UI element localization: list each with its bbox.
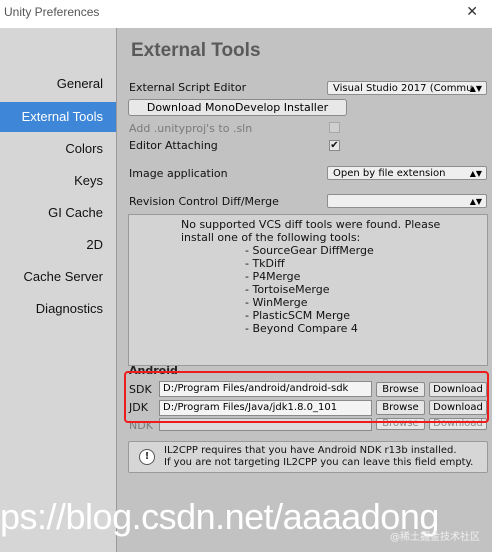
- editor-attaching-checkbox[interactable]: ✔: [329, 140, 340, 151]
- dropdown-arrow-icon: ▲▼: [469, 197, 482, 206]
- sidebar-item-diagnostics[interactable]: Diagnostics: [36, 301, 103, 316]
- vcs-tool-item: - TkDiff: [245, 257, 285, 270]
- window-title: Unity Preferences: [4, 5, 100, 19]
- checkmark-icon: ✔: [330, 140, 339, 151]
- help-line: If you are not targeting IL2CPP you can …: [164, 457, 474, 468]
- script-editor-dropdown[interactable]: Visual Studio 2017 (Commu ▲▼: [327, 81, 487, 95]
- help-line: IL2CPP requires that you have Android ND…: [164, 445, 457, 456]
- image-application-dropdown[interactable]: Open by file extension ▲▼: [327, 166, 487, 180]
- sidebar-item-external-tools[interactable]: External Tools: [0, 102, 116, 132]
- editor-attaching-label: Editor Attaching: [129, 139, 218, 152]
- title-bar: Unity Preferences ✕: [0, 0, 492, 28]
- download-monodevelop-button[interactable]: Download MonoDevelop Installer: [128, 99, 347, 116]
- credit-watermark: @稀土掘金技术社区: [390, 532, 480, 543]
- info-icon: !: [139, 449, 155, 465]
- dropdown-arrow-icon: ▲▼: [469, 84, 482, 93]
- annotation-highlight-box: [124, 371, 489, 423]
- revision-control-label: Revision Control Diff/Merge: [129, 195, 279, 208]
- url-watermark: ps://blog.csdn.net/aaaadong: [0, 496, 439, 537]
- script-editor-label: External Script Editor: [129, 81, 247, 94]
- vcs-tool-item: - P4Merge: [245, 270, 301, 283]
- vcs-message-line: No supported VCS diff tools were found. …: [181, 218, 441, 231]
- image-application-value: Open by file extension: [333, 168, 446, 179]
- sidebar-item-colors[interactable]: Colors: [65, 141, 103, 156]
- vcs-tool-item: - PlasticSCM Merge: [245, 309, 351, 322]
- vcs-tool-item: - SourceGear DiffMerge: [245, 244, 374, 257]
- sidebar-item-cache-server[interactable]: Cache Server: [24, 269, 103, 284]
- add-unityproj-checkbox[interactable]: [329, 122, 340, 133]
- vcs-tool-item: - WinMerge: [245, 296, 308, 309]
- vcs-tool-item: - TortoiseMerge: [245, 283, 330, 296]
- ndk-help-box: ! IL2CPP requires that you have Android …: [128, 441, 488, 473]
- sidebar-item-gi-cache[interactable]: GI Cache: [48, 205, 103, 220]
- add-unityproj-label: Add .unityproj's to .sln: [129, 122, 253, 135]
- vcs-help-box: No supported VCS diff tools were found. …: [128, 214, 488, 366]
- close-icon[interactable]: ✕: [466, 4, 478, 20]
- preferences-sidebar: General External Tools Colors Keys GI Ca…: [0, 28, 117, 552]
- sidebar-item-keys[interactable]: Keys: [74, 173, 103, 188]
- page-title: External Tools: [131, 40, 261, 61]
- vcs-tool-item: - Beyond Compare 4: [245, 322, 358, 335]
- script-editor-value: Visual Studio 2017 (Commu: [333, 83, 473, 94]
- dropdown-arrow-icon: ▲▼: [469, 169, 482, 178]
- vcs-message-line: install one of the following tools:: [181, 231, 361, 244]
- sidebar-item-general[interactable]: General: [57, 76, 103, 91]
- image-application-label: Image application: [129, 167, 228, 180]
- revision-control-dropdown[interactable]: ▲▼: [327, 194, 487, 208]
- external-tools-panel: External Tools External Script Editor Vi…: [117, 28, 492, 552]
- sidebar-item-2d[interactable]: 2D: [86, 237, 103, 252]
